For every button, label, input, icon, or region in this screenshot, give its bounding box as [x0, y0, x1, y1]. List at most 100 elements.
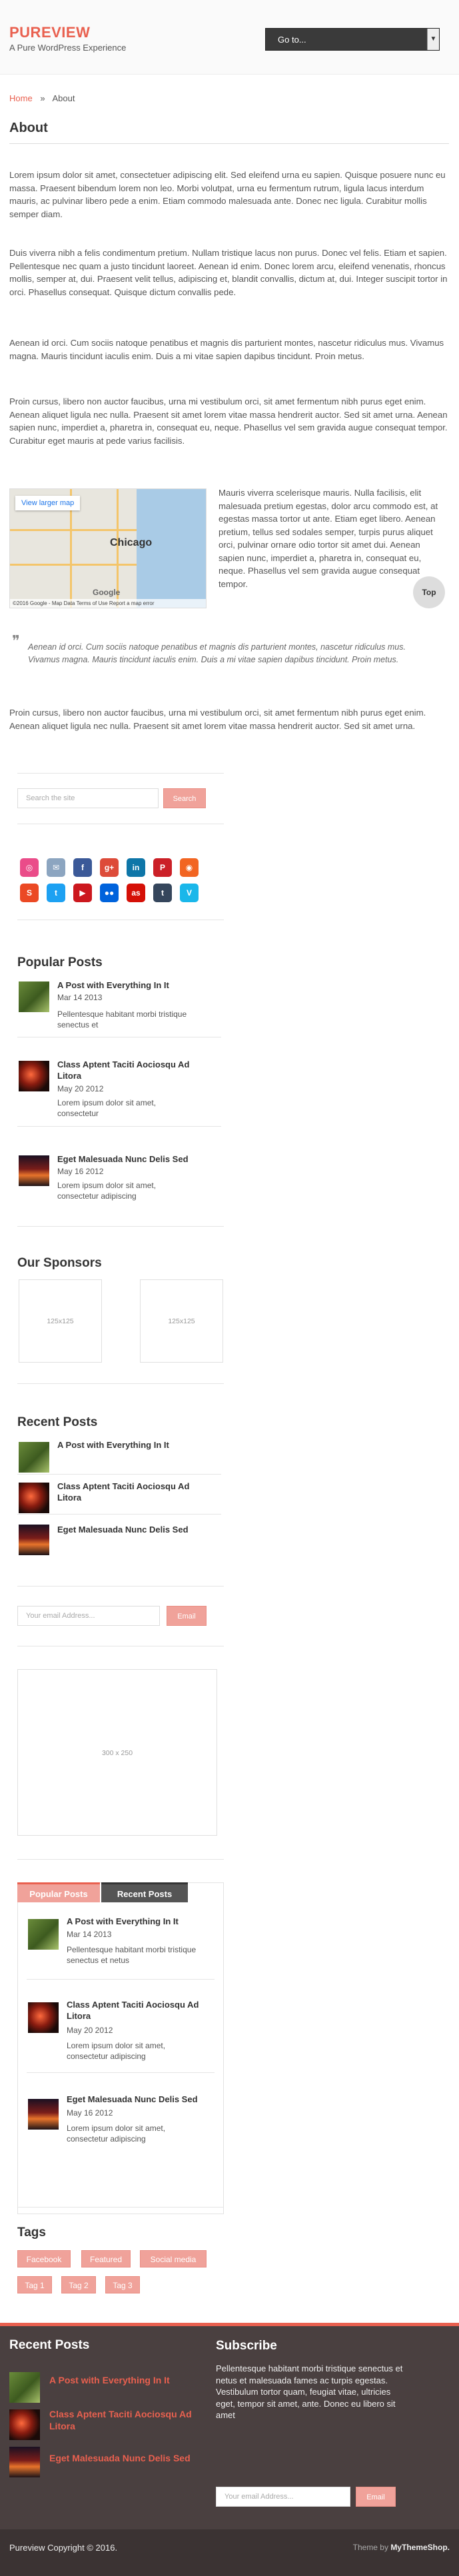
email-field[interactable]: Your email Address...	[17, 1606, 160, 1626]
tab-post-date: May 20 2012	[67, 2026, 113, 2035]
post-thumbnail[interactable]	[19, 1483, 49, 1513]
widget-divider	[17, 1586, 224, 1587]
email-subscribe-button[interactable]: Email	[167, 1606, 207, 1626]
popular-post-date: May 20 2012	[57, 1084, 104, 1093]
ad-300-slot[interactable]: 300 x 250	[17, 1669, 217, 1836]
popular-post-title[interactable]: Class Aptent Taciti Aociosqu Ad Litora	[57, 1059, 197, 1081]
list-divider	[17, 1126, 221, 1127]
site-header: PUREVIEW A Pure WordPress Experience Go …	[0, 0, 459, 75]
tab-recent-posts[interactable]: Recent Posts	[101, 1882, 188, 1902]
tag-link[interactable]: Social media	[140, 2250, 207, 2267]
recent-post-title[interactable]: A Post with Everything In It	[57, 1439, 217, 1451]
footer-post-link[interactable]: Eget Malesuada Nunc Delis Sed	[49, 2452, 196, 2464]
breadcrumb-separator: »	[40, 93, 45, 103]
tab-post-excerpt: Pellentesque habitant morbi tristique se…	[67, 1945, 197, 1965]
popular-post-title[interactable]: A Post with Everything In It	[57, 979, 217, 991]
facebook-icon[interactable]: f	[73, 858, 92, 877]
chevron-down-icon[interactable]: ▼	[427, 29, 439, 50]
theme-credit-link[interactable]: MyThemeShop.	[390, 2543, 450, 2552]
copyright-text: Pureview Copyright © 2016.	[9, 2543, 118, 2553]
flickr-icon[interactable]: ●●	[100, 884, 119, 902]
tag-link[interactable]: Facebook	[17, 2250, 71, 2267]
linkedin-icon[interactable]: in	[127, 858, 145, 877]
pinterest-icon[interactable]: P	[153, 858, 172, 877]
lastfm-icon[interactable]: as	[127, 884, 145, 902]
post-thumbnail[interactable]	[9, 2372, 40, 2403]
post-thumbnail[interactable]	[19, 1061, 49, 1091]
popular-posts-title: Popular Posts	[17, 956, 103, 969]
site-tagline: A Pure WordPress Experience	[9, 43, 127, 53]
popular-post-excerpt: Pellentesque habitant morbi tristique se…	[57, 1009, 187, 1029]
tag-link[interactable]: Tag 3	[105, 2276, 140, 2293]
tag-link[interactable]: Featured	[81, 2250, 131, 2267]
popular-post-excerpt: Lorem ipsum dolor sit amet, consectetur …	[57, 1181, 157, 1201]
tab-popular-posts[interactable]: Popular Posts	[17, 1882, 100, 1902]
post-thumbnail[interactable]	[28, 1919, 59, 1950]
widget-divider	[17, 1859, 224, 1860]
page-title: About	[9, 121, 48, 135]
tab-post-title[interactable]: Eget Malesuada Nunc Delis Sed	[67, 2094, 213, 2105]
search-button[interactable]: Search	[163, 788, 206, 808]
content-paragraph: Duis viverra nibh a felis condimentum pr…	[9, 248, 448, 297]
post-thumbnail[interactable]	[19, 981, 49, 1012]
google-plus-icon[interactable]: g+	[100, 858, 119, 877]
widget-divider	[17, 2207, 224, 2208]
post-thumbnail[interactable]	[19, 1442, 49, 1473]
tag-link[interactable]: Tag 1	[17, 2276, 52, 2293]
footer-email-field[interactable]: Your email Address...	[216, 2487, 350, 2507]
stumbleupon-icon[interactable]: S	[20, 884, 39, 902]
tags-title: Tags	[17, 2226, 46, 2240]
recent-post-title[interactable]: Eget Malesuada Nunc Delis Sed	[57, 1524, 217, 1535]
tab-post-title[interactable]: Class Aptent Taciti Aociosqu Ad Litora	[67, 1999, 213, 2022]
tag-link[interactable]: Tag 2	[61, 2276, 96, 2293]
recent-post-title[interactable]: Class Aptent Taciti Aociosqu Ad Litora	[57, 1481, 204, 1503]
youtube-icon[interactable]: ▶	[73, 884, 92, 902]
title-divider	[9, 143, 449, 144]
recent-posts-title: Recent Posts	[17, 1415, 98, 1429]
back-to-top-button[interactable]: Top	[413, 576, 445, 608]
post-thumbnail[interactable]	[19, 1525, 49, 1555]
ad-125-slot[interactable]: 125x125	[19, 1279, 102, 1363]
google-logo: Google	[93, 588, 121, 597]
theme-credit: Theme by MyThemeShop.	[353, 2543, 450, 2552]
popular-post-title[interactable]: Eget Malesuada Nunc Delis Sed	[57, 1153, 217, 1165]
goto-select[interactable]: Go to... ▼	[265, 28, 440, 51]
vimeo-icon[interactable]: V	[180, 884, 199, 902]
quote-text: Aenean id orci. Cum sociis natoque penat…	[28, 642, 406, 664]
search-input[interactable]: Search the site	[17, 788, 159, 808]
footer-post-link[interactable]: A Post with Everything In It	[49, 2374, 196, 2386]
popular-post-excerpt: Lorem ipsum dolor sit amet, consectetur	[57, 1098, 157, 1118]
ad-125-slot[interactable]: 125x125	[140, 1279, 223, 1363]
footer-email-button[interactable]: Email	[356, 2487, 396, 2507]
tab-post-date: Mar 14 2013	[67, 1930, 112, 1939]
google-map[interactable]: Chicago View larger map Google ©2016 Goo…	[9, 488, 207, 608]
list-divider	[27, 2072, 215, 2073]
post-thumbnail[interactable]	[9, 2409, 40, 2440]
site-logo[interactable]: PUREVIEW	[9, 24, 90, 41]
copyright-bar: Pureview Copyright © 2016. Theme by MyTh…	[0, 2529, 459, 2576]
view-larger-map-link[interactable]: View larger map	[15, 496, 81, 510]
tab-post-excerpt: Lorem ipsum dolor sit amet, consectetur …	[67, 2124, 166, 2144]
breadcrumb-home-link[interactable]: Home	[9, 93, 33, 103]
email-icon[interactable]: ✉	[47, 858, 65, 877]
content-paragraph: Mauris viverra scelerisque mauris. Nulla…	[219, 488, 438, 589]
post-thumbnail[interactable]	[9, 2447, 40, 2477]
map-attribution[interactable]: ©2016 Google - Map Data Terms of Use Rep…	[10, 599, 206, 608]
twitter-icon[interactable]: t	[47, 884, 65, 902]
footer-post-link[interactable]: Class Aptent Taciti Aociosqu Ad Litora	[49, 2408, 196, 2432]
footer-recent-posts-title: Recent Posts	[9, 2338, 90, 2352]
tumblr-icon[interactable]: t	[153, 884, 172, 902]
post-thumbnail[interactable]	[28, 2099, 59, 2130]
widget-divider	[17, 1383, 224, 1384]
footer-subscribe-title: Subscribe	[216, 2339, 277, 2353]
dribbble-icon[interactable]: ◎	[20, 858, 39, 877]
theme-credit-prefix: Theme by	[352, 2543, 388, 2552]
post-thumbnail[interactable]	[28, 2002, 59, 2033]
tab-post-title[interactable]: A Post with Everything In It	[67, 1916, 213, 1927]
post-thumbnail[interactable]	[19, 1155, 49, 1186]
widget-divider	[17, 773, 224, 774]
rss-icon[interactable]: ◉	[180, 858, 199, 877]
popular-post-date: May 16 2012	[57, 1167, 104, 1176]
map-city-label: Chicago	[110, 537, 153, 548]
sponsors-title: Our Sponsors	[17, 1256, 102, 1270]
